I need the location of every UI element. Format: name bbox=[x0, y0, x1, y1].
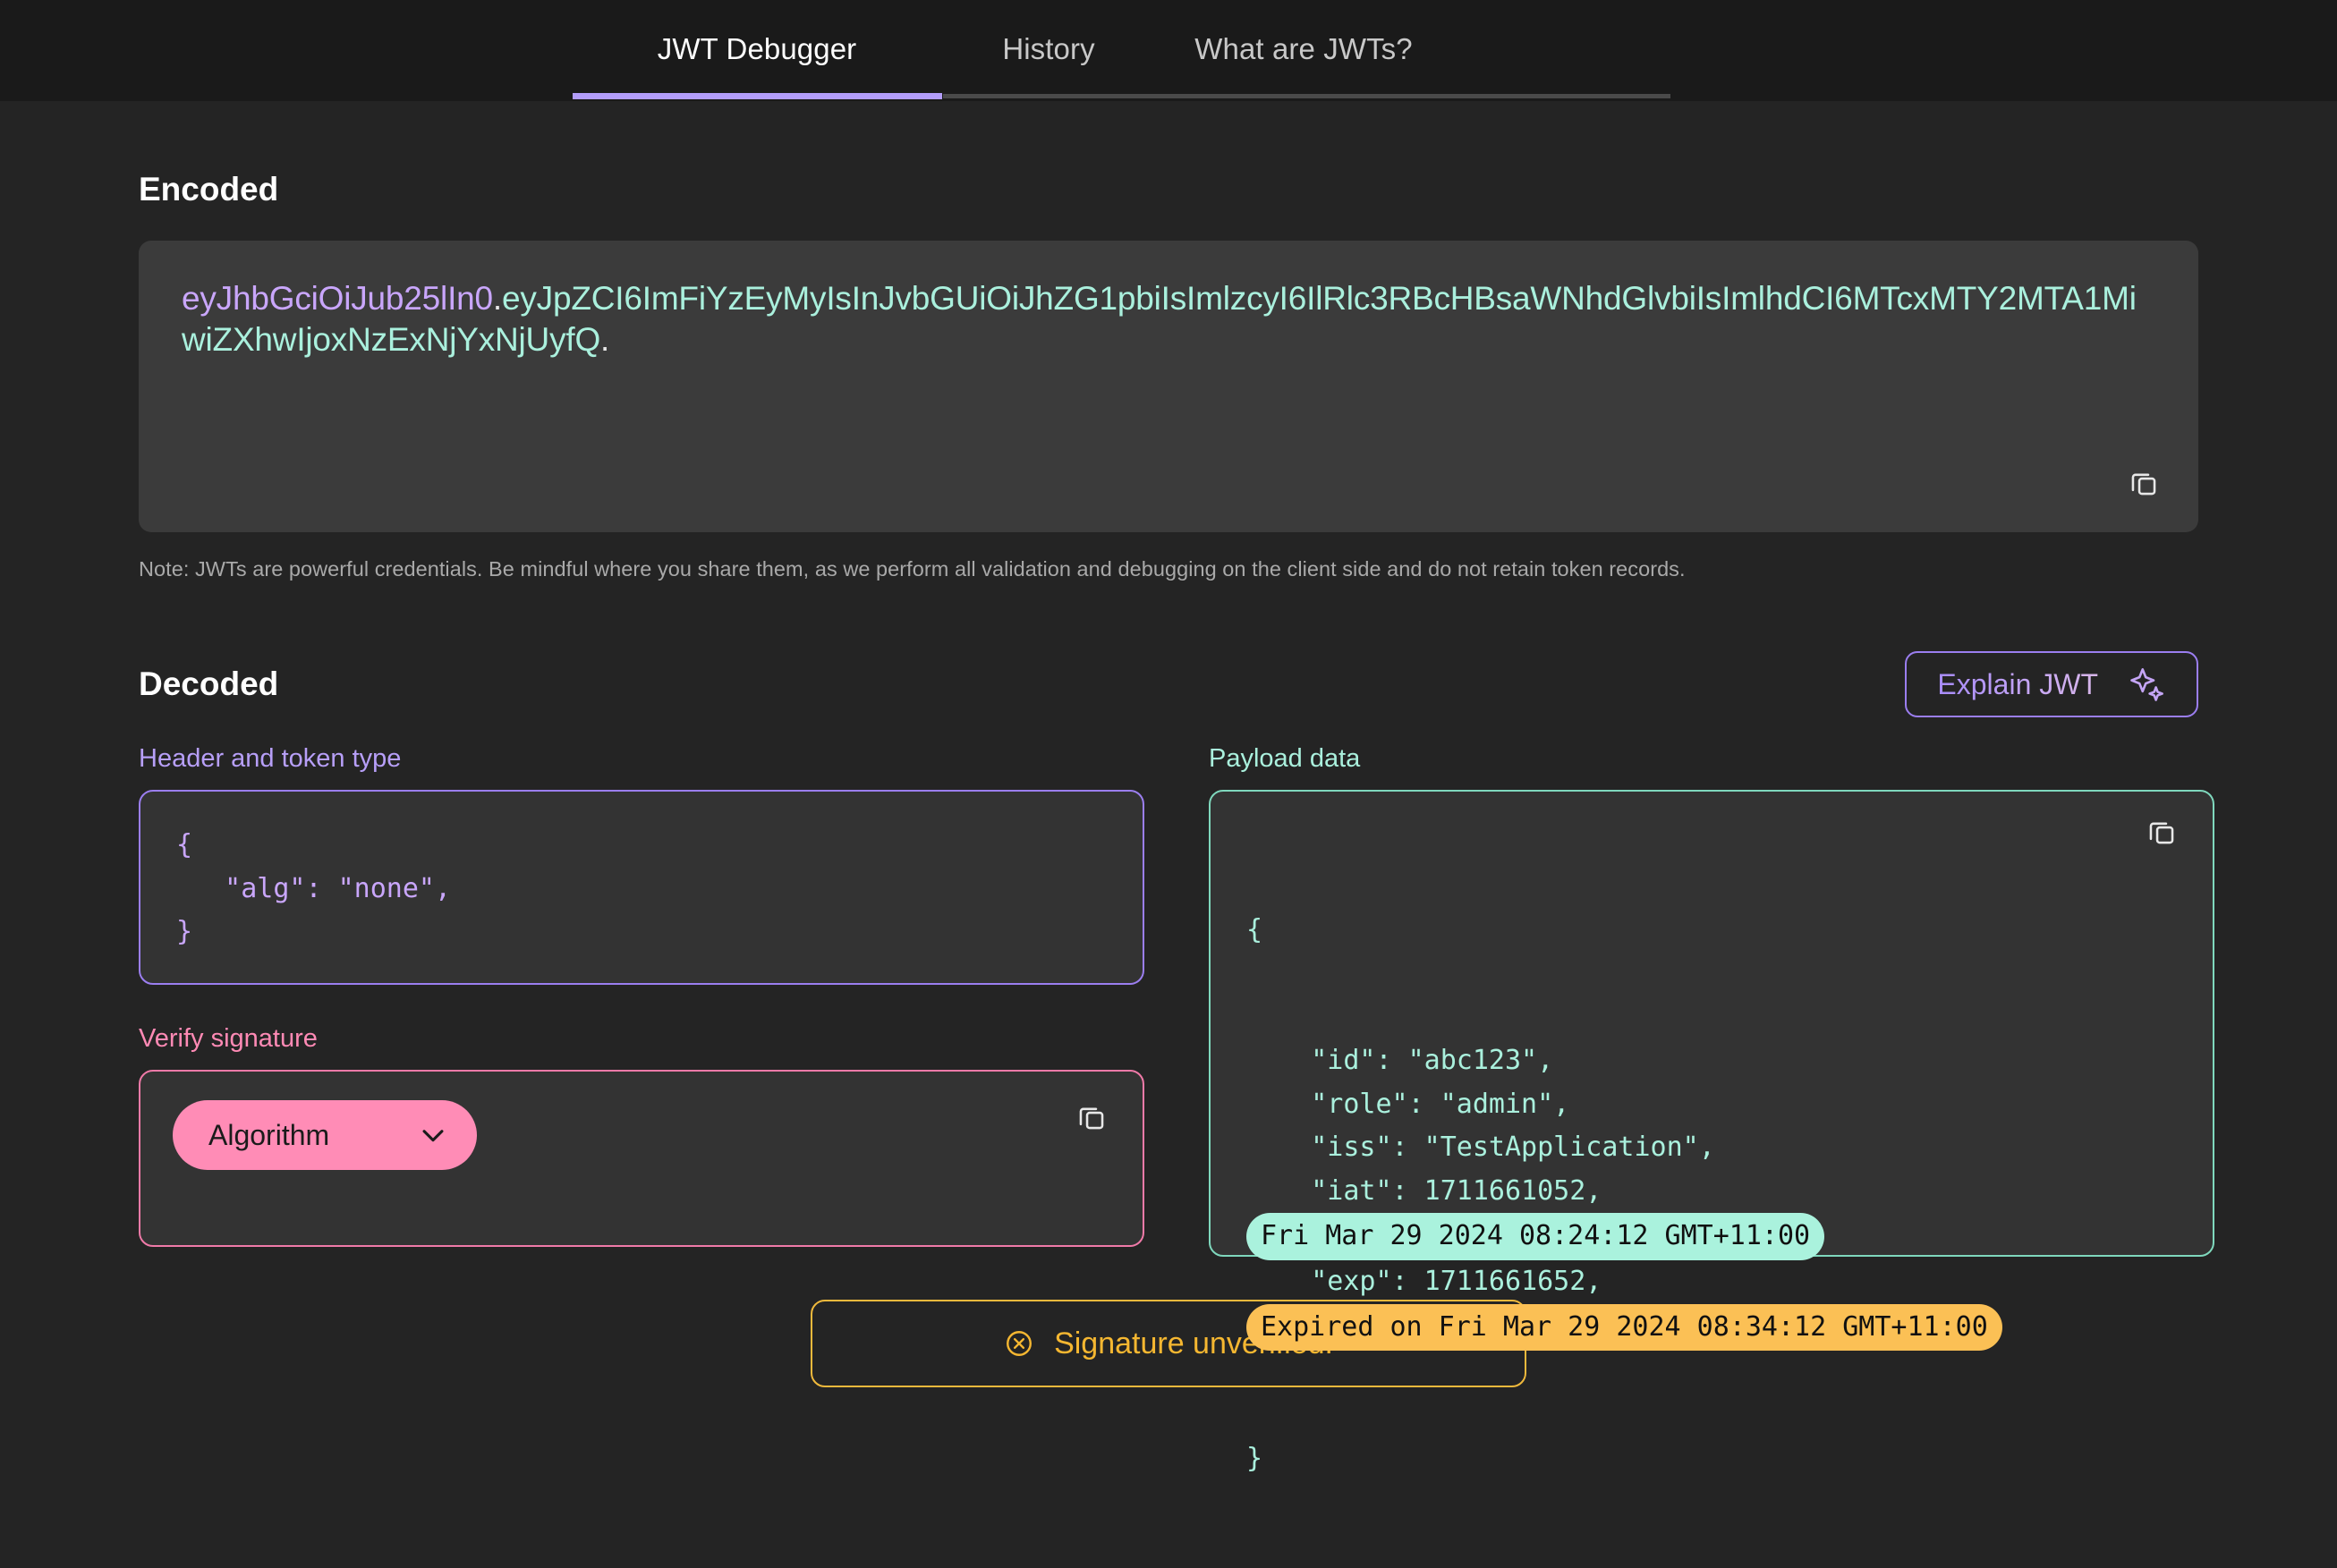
header-json-panel[interactable]: { "alg": "none", } bbox=[139, 790, 1144, 985]
payload-json-panel[interactable]: { "id": "abc123", "role": "admin", "iss"… bbox=[1209, 790, 2214, 1474]
payload-line-list: "id": "abc123", "role": "admin", "iss": … bbox=[1246, 1039, 2177, 1352]
verify-signature-panel: Algorithm bbox=[139, 1070, 1144, 1247]
decoded-header-row: Decoded Explain JWT bbox=[139, 651, 2198, 717]
copy-icon[interactable] bbox=[2129, 468, 2159, 498]
header-json-text: { "alg": "none", } bbox=[176, 829, 452, 948]
encoded-section-title: Encoded bbox=[139, 171, 279, 208]
copy-icon[interactable] bbox=[1076, 1102, 1107, 1132]
iat-date-badge: Fri Mar 29 2024 08:24:12 GMT+11:00 bbox=[1246, 1213, 2177, 1260]
verify-panel-label: Verify signature bbox=[139, 1024, 318, 1053]
tab-history[interactable]: History bbox=[941, 0, 1156, 98]
tab-track bbox=[943, 94, 1670, 98]
copy-icon[interactable] bbox=[2146, 817, 2177, 847]
payload-open-brace: { bbox=[1246, 914, 1263, 946]
encoded-note: Note: JWTs are powerful credentials. Be … bbox=[139, 557, 1686, 581]
payload-line: "iss": "TestApplication", bbox=[1246, 1132, 1715, 1164]
circle-x-icon bbox=[1004, 1328, 1034, 1359]
algorithm-select[interactable]: Algorithm bbox=[173, 1100, 477, 1170]
top-tab-bar: JWT Debugger History What are JWTs? bbox=[0, 0, 2337, 101]
date-pill-text: Fri Mar 29 2024 08:24:12 GMT+11:00 bbox=[1246, 1213, 1825, 1260]
sparkle-icon bbox=[2129, 665, 2166, 703]
payload-line: "exp": 1711661652, bbox=[1246, 1265, 1602, 1297]
tab-list: JWT Debugger History What are JWTs? bbox=[573, 0, 1451, 98]
algorithm-select-value: Algorithm bbox=[208, 1118, 330, 1151]
tab-jwt-debugger[interactable]: JWT Debugger bbox=[573, 0, 941, 98]
token-separator-2: . bbox=[600, 320, 610, 358]
payload-line: "id": "abc123", bbox=[1246, 1044, 1554, 1076]
decoded-left-column: Header and token type { "alg": "none", }… bbox=[139, 744, 1144, 1257]
decoded-columns: Header and token type { "alg": "none", }… bbox=[139, 744, 2214, 1474]
explain-jwt-button[interactable]: Explain JWT bbox=[1905, 651, 2198, 717]
page-content: Encoded eyJhbGciOiJub25lIn0.eyJpZCI6ImFi… bbox=[0, 101, 2337, 1474]
decoded-right-column: Payload data { "id": "abc123", "role": "… bbox=[1209, 744, 2214, 1474]
header-panel-label: Header and token type bbox=[139, 744, 402, 773]
payload-close-brace: } bbox=[1246, 1443, 1263, 1475]
tab-what-are-jwts[interactable]: What are JWTs? bbox=[1156, 0, 1451, 98]
active-tab-indicator bbox=[573, 93, 942, 99]
encoded-token-input[interactable]: eyJhbGciOiJub25lIn0.eyJpZCI6ImFiYzEyMyIs… bbox=[139, 241, 2198, 532]
payload-line: "role": "admin", bbox=[1246, 1088, 1570, 1120]
payload-panel-label: Payload data bbox=[1209, 744, 1361, 773]
chevron-down-icon bbox=[418, 1120, 448, 1150]
explain-jwt-label: Explain JWT bbox=[1937, 667, 2098, 700]
payload-json-text: { "id": "abc123", "role": "admin", "iss"… bbox=[1246, 822, 2177, 1568]
encoded-token-text: eyJhbGciOiJub25lIn0.eyJpZCI6ImFiYzEyMyIs… bbox=[182, 278, 2155, 360]
payload-line: "iat": 1711661052, bbox=[1246, 1174, 1602, 1207]
token-separator-1: . bbox=[492, 280, 502, 317]
exp-date-badge: Expired on Fri Mar 29 2024 08:34:12 GMT+… bbox=[1246, 1303, 2177, 1352]
date-pill-text: Expired on Fri Mar 29 2024 08:34:12 GMT+… bbox=[1246, 1303, 2002, 1352]
token-header-segment: eyJhbGciOiJub25lIn0 bbox=[182, 280, 493, 317]
decoded-section-title: Decoded bbox=[139, 665, 279, 702]
